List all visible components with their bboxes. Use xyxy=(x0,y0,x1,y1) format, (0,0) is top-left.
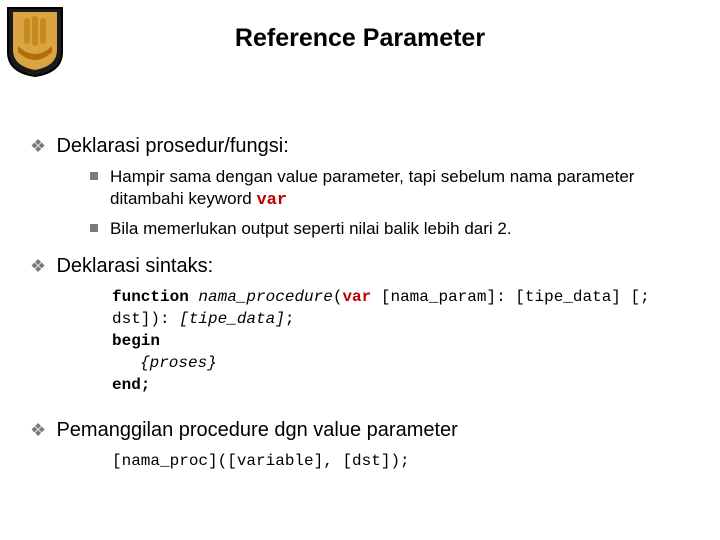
code-text: ( xyxy=(333,288,343,306)
syntax-code-block: function nama_procedure(var [nama_param]… xyxy=(112,286,696,396)
slide-content: ❖ Deklarasi prosedur/fungsi: Hampir sama… xyxy=(30,120,696,472)
sub-bullet: Bila memerlukan output seperti nilai bal… xyxy=(90,218,696,240)
keyword-var: var xyxy=(256,191,287,210)
code-body: {proses} xyxy=(112,352,696,374)
bullet-text: Deklarasi sintaks: xyxy=(56,254,213,278)
sub-bullet: Hampir sama dengan value parameter, tapi… xyxy=(90,166,696,212)
bullet-deklarasi-sintaks: ❖ Deklarasi sintaks: xyxy=(30,254,696,278)
code-keyword-begin: begin xyxy=(112,330,696,352)
diamond-bullet-icon: ❖ xyxy=(30,254,52,278)
bullet-deklarasi-prosedur: ❖ Deklarasi prosedur/fungsi: xyxy=(30,134,696,158)
square-bullet-icon xyxy=(90,224,98,232)
sub-bullet-text: Bila memerlukan output seperti nilai bal… xyxy=(110,219,512,238)
code-keyword-end: end; xyxy=(112,374,696,396)
sub-bullet-text: Hampir sama dengan value parameter, tapi… xyxy=(110,167,634,208)
bullet-text: Deklarasi prosedur/fungsi: xyxy=(56,134,288,158)
bullet-text: Pemanggilan procedure dgn value paramete… xyxy=(56,418,457,442)
bullet-pemanggilan: ❖ Pemanggilan procedure dgn value parame… xyxy=(30,418,696,442)
code-ident: [tipe_data] xyxy=(179,310,285,328)
code-keyword-var: var xyxy=(342,288,371,306)
code-line: [nama_proc]([variable], [dst]); xyxy=(112,450,696,472)
slide: Reference Parameter ❖ Deklarasi prosedur… xyxy=(0,0,720,540)
code-keyword-function: function xyxy=(112,288,198,306)
code-text: ; xyxy=(285,310,295,328)
code-ident: nama_procedure xyxy=(198,288,332,306)
slide-title: Reference Parameter xyxy=(0,24,720,53)
diamond-bullet-icon: ❖ xyxy=(30,418,52,442)
call-code-block: [nama_proc]([variable], [dst]); xyxy=(112,450,696,472)
square-bullet-icon xyxy=(90,172,98,180)
diamond-bullet-icon: ❖ xyxy=(30,134,52,158)
code-line: function nama_procedure(var [nama_param]… xyxy=(112,286,696,330)
